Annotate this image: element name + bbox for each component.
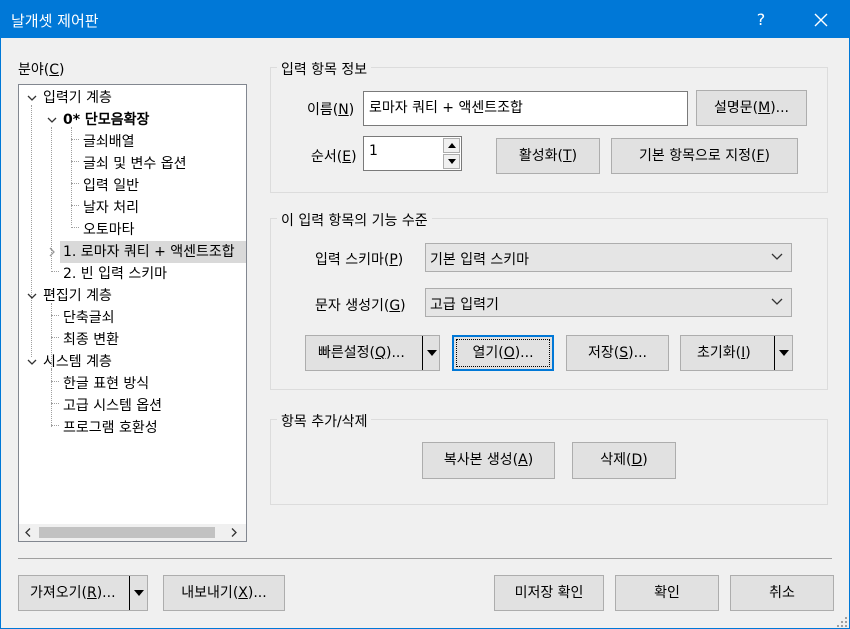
scroll-left-icon[interactable] <box>24 528 32 537</box>
import-split-button[interactable]: 가져오기(R)... <box>18 575 148 611</box>
tree-item[interactable]: 입력기 계층 <box>43 87 112 109</box>
tree-connector <box>51 425 59 426</box>
title-bar: 날개셋 제어판 ? <box>1 1 849 38</box>
chevron-down-icon[interactable] <box>46 114 58 126</box>
name-label: 이름(N) <box>307 102 355 118</box>
footer-separator <box>18 558 832 559</box>
tree-item[interactable]: 최종 변환 <box>63 329 119 351</box>
tree-connector <box>51 403 59 404</box>
dropdown-arrow-icon[interactable] <box>129 576 147 610</box>
tree-connector <box>51 271 59 272</box>
order-stepper[interactable]: 1 <box>363 136 462 171</box>
window-title: 날개셋 제어판 <box>11 12 99 30</box>
dropdown-arrow-icon[interactable] <box>422 336 440 370</box>
order-label: 순서(E) <box>311 149 357 165</box>
item-info-group <box>270 67 828 193</box>
resize-grip-icon[interactable] <box>836 616 848 628</box>
generator-select[interactable]: 고급 입력기 <box>425 288 792 317</box>
add-remove-title: 항목 추가/삭제 <box>277 411 372 431</box>
triangle-up-icon <box>448 143 456 148</box>
order-value: 1 <box>369 143 378 159</box>
tree-item[interactable]: 한글 표현 방식 <box>63 373 149 395</box>
tree-connector <box>71 205 79 206</box>
tree-item[interactable]: 입력 일반 <box>83 175 139 197</box>
chevron-right-icon[interactable] <box>46 246 58 258</box>
tree-connector <box>31 105 32 357</box>
ok-button[interactable]: 확인 <box>615 575 719 611</box>
horizontal-scrollbar[interactable] <box>19 524 246 541</box>
spin-up-button[interactable] <box>443 138 460 153</box>
tree-item[interactable]: 0* 단모음확장 <box>63 109 149 131</box>
tree-connector <box>71 139 79 140</box>
item-info-title: 입력 항목 정보 <box>277 59 372 79</box>
reset-split-button[interactable]: 초기화(I) <box>680 335 793 371</box>
duplicate-button[interactable]: 복사본 생성(A) <box>422 442 555 479</box>
generator-label: 문자 생성기(G) <box>315 298 406 314</box>
tree-connector <box>71 183 79 184</box>
function-level-title: 이 입력 항목의 기능 수준 <box>277 210 432 230</box>
cancel-button[interactable]: 취소 <box>730 575 834 611</box>
check-unsaved-button[interactable]: 미저장 확인 <box>494 575 604 611</box>
open-button[interactable]: 열기(O)... <box>452 335 554 371</box>
scrollbar-thumb[interactable] <box>39 527 215 538</box>
export-button[interactable]: 내보내기(X)... <box>163 575 285 611</box>
close-button[interactable] <box>796 1 846 38</box>
tree-item[interactable]: 고급 시스템 옵션 <box>63 395 162 417</box>
close-icon <box>814 13 828 27</box>
tree-connector <box>51 337 59 338</box>
tree-item-selected[interactable]: 1. 로마자 쿼티 + 액센트조합 <box>60 241 246 263</box>
chevron-down-icon[interactable] <box>26 290 38 302</box>
tree-item[interactable]: 날자 처리 <box>83 197 139 219</box>
tree-connector <box>71 161 79 162</box>
tree-connector <box>51 381 59 382</box>
tree-item[interactable]: 2. 빈 입력 스키마 <box>63 263 167 285</box>
tree-connector <box>71 127 72 225</box>
scroll-right-icon[interactable] <box>230 528 238 537</box>
tree-connector <box>71 227 79 228</box>
tree-connector <box>51 315 59 316</box>
category-tree[interactable]: 입력기 계층 0* 단모음확장 글쇠배열 글쇠 및 변수 옵션 입력 일반 날자… <box>18 84 247 542</box>
chevron-down-icon[interactable] <box>26 356 38 368</box>
activate-button[interactable]: 활성화(T) <box>496 138 600 174</box>
name-input[interactable]: 로마자 쿼티 + 액센트조합 <box>363 91 688 126</box>
chevron-down-icon[interactable] <box>26 92 38 104</box>
tree-item[interactable]: 단축글쇠 <box>63 307 115 329</box>
tree-item[interactable]: 시스템 계층 <box>43 351 112 373</box>
tree-item[interactable]: 오토마타 <box>83 219 135 241</box>
schema-select-value: 기본 입력 스키마 <box>430 252 530 268</box>
chevron-down-icon <box>771 253 783 260</box>
quick-setup-split-button[interactable]: 빠른설정(Q)... <box>305 335 440 371</box>
schema-label: 입력 스키마(P) <box>315 252 404 268</box>
schema-select[interactable]: 기본 입력 스키마 <box>425 243 792 272</box>
tree-item[interactable]: 글쇠배열 <box>83 131 135 153</box>
category-label: 분야(C) <box>18 62 65 78</box>
save-button[interactable]: 저장(S)... <box>566 335 669 371</box>
tree-item[interactable]: 글쇠 및 변수 옵션 <box>83 153 187 175</box>
generator-select-value: 고급 입력기 <box>430 297 499 313</box>
dropdown-arrow-icon[interactable] <box>774 336 792 370</box>
tree-item[interactable]: 편집기 계층 <box>43 285 112 307</box>
tree-connector <box>51 369 52 427</box>
description-button[interactable]: 설명문(M)... <box>696 90 807 126</box>
delete-button[interactable]: 삭제(D) <box>572 442 676 479</box>
tree-item[interactable]: 프로그램 호환성 <box>63 417 158 439</box>
chevron-down-icon <box>771 298 783 305</box>
triangle-down-icon <box>448 159 456 164</box>
set-default-button[interactable]: 기본 항목으로 지정(F) <box>611 138 798 174</box>
control-panel-window: 날개셋 제어판 ? 분야(C) 입력기 계층 0* 단모음확장 글쇠배열 글쇠 … <box>0 0 850 629</box>
help-button[interactable]: ? <box>736 1 786 38</box>
spin-down-button[interactable] <box>443 154 460 169</box>
